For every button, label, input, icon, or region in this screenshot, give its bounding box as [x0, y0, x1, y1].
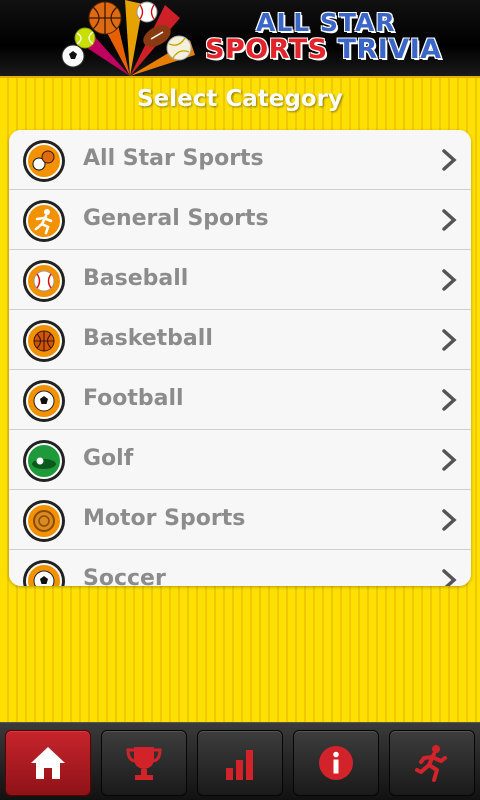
sports-balls-logo-icon [61, 0, 195, 76]
tab-stats[interactable] [197, 730, 283, 796]
trophy-icon [126, 747, 162, 780]
main-content: Select Category All Star Sports General … [0, 76, 480, 722]
category-item-baseball[interactable]: Baseball [9, 250, 471, 310]
category-label: Baseball [83, 266, 189, 291]
app-title-line2: SPORTS TRIVIA [205, 34, 442, 65]
category-label: General Sports [83, 206, 269, 231]
category-item-basketball[interactable]: Basketball [9, 310, 471, 370]
info-icon [319, 746, 353, 780]
runner-icon [415, 745, 447, 782]
page-title: Select Category [137, 86, 343, 112]
chevron-right-icon [442, 449, 457, 471]
runner-icon [23, 200, 65, 242]
category-item-all-star-sports[interactable]: All Star Sports [9, 130, 471, 190]
chevron-right-icon [442, 389, 457, 411]
category-label: All Star Sports [83, 146, 264, 171]
category-label: Football [83, 386, 184, 411]
tab-info[interactable] [293, 730, 379, 796]
chevron-right-icon [442, 509, 457, 531]
tire-icon [23, 500, 65, 542]
chevron-right-icon [442, 209, 457, 231]
category-item-general-sports[interactable]: General Sports [9, 190, 471, 250]
home-icon [31, 747, 65, 779]
bottom-tab-bar [0, 722, 480, 800]
app-title-line1: ALL STAR [256, 8, 396, 37]
chevron-right-icon [442, 329, 457, 351]
app-title-sports: SPORTS [205, 34, 328, 65]
app-title-trivia: TRIVIA [337, 34, 442, 65]
tab-home[interactable] [5, 730, 91, 796]
baseball-icon [23, 260, 65, 302]
tab-trophy[interactable] [101, 730, 187, 796]
category-item-golf[interactable]: Golf [9, 430, 471, 490]
app-header: ALL STAR SPORTS TRIVIA [0, 0, 480, 76]
soccer-ball-icon [23, 560, 65, 586]
category-label: Golf [83, 446, 134, 471]
category-label: Basketball [83, 326, 213, 351]
chevron-right-icon [442, 149, 457, 171]
category-item-football[interactable]: Football [9, 370, 471, 430]
category-item-motor-sports[interactable]: Motor Sports [9, 490, 471, 550]
golf-icon [23, 440, 65, 482]
chevron-right-icon [442, 269, 457, 291]
bar-chart-icon [226, 750, 253, 780]
category-label: Soccer [83, 566, 166, 586]
category-label: Motor Sports [83, 506, 246, 531]
category-item-soccer[interactable]: Soccer [9, 550, 471, 586]
tab-play[interactable] [389, 730, 475, 796]
chevron-right-icon [442, 569, 457, 586]
sports-mix-icon [23, 140, 65, 182]
soccer-ball-icon [23, 380, 65, 422]
basketball-icon [23, 320, 65, 362]
category-list[interactable]: All Star Sports General Sports Baseball [9, 130, 471, 586]
